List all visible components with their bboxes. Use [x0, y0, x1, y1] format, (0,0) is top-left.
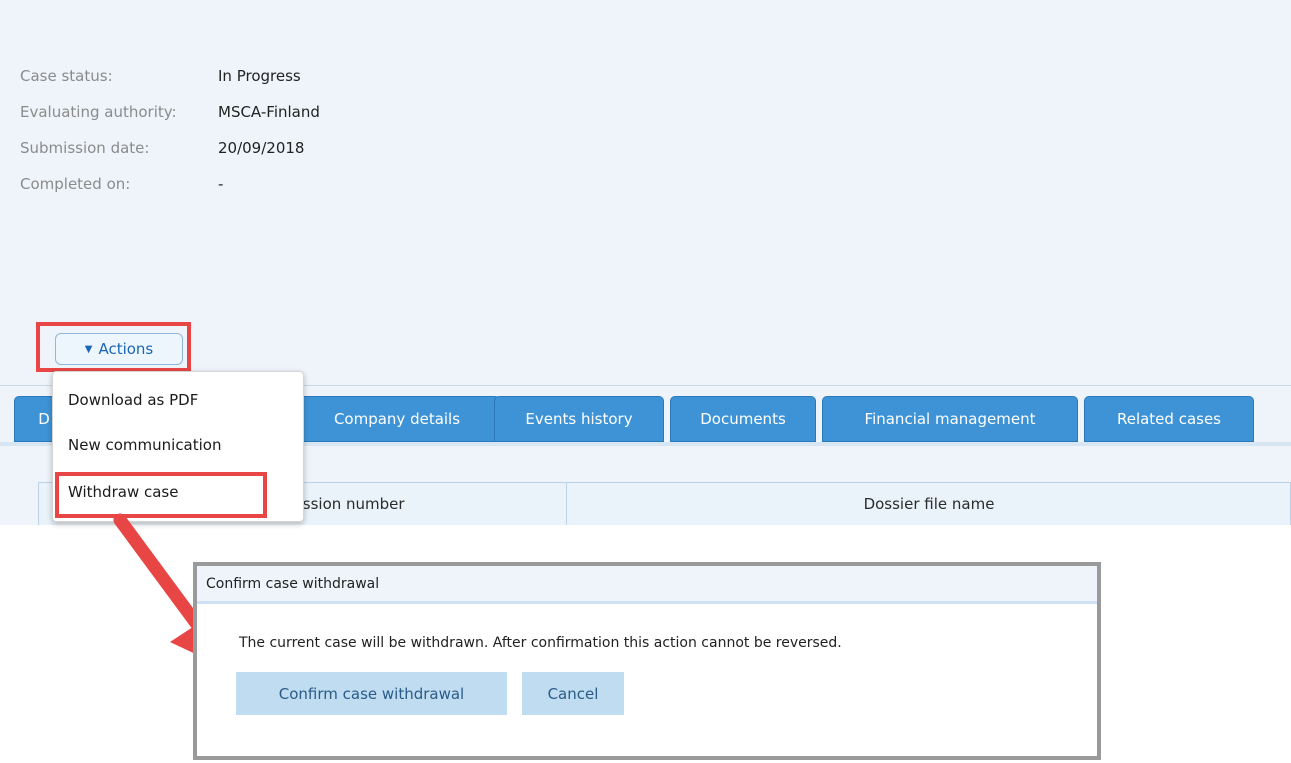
evaluating-authority-label: Evaluating authority:	[20, 103, 177, 121]
case-status-value: In Progress	[218, 67, 301, 85]
case-info: Case status: In Progress Evaluating auth…	[20, 58, 320, 202]
tab-company-details[interactable]: Company details	[294, 396, 500, 442]
actions-label: Actions	[98, 340, 154, 358]
tab-financial-management-label: Financial management	[864, 410, 1036, 428]
tab-events-history[interactable]: Events history	[494, 396, 664, 442]
cancel-button[interactable]: Cancel	[522, 672, 624, 715]
case-status-row: Case status: In Progress	[20, 58, 320, 94]
dialog-message: The current case will be withdrawn. Afte…	[239, 635, 842, 651]
tab-details-label: D	[38, 410, 50, 428]
submission-date-label: Submission date:	[20, 139, 150, 157]
confirm-withdrawal-dialog: Confirm case withdrawal The current case…	[193, 562, 1101, 760]
triangle-down-icon: ▼	[84, 343, 93, 355]
tab-related-cases-label: Related cases	[1116, 410, 1222, 428]
menu-item-new-communication[interactable]: New communication	[68, 436, 222, 454]
tab-company-details-label: Company details	[333, 410, 461, 428]
submission-date-value: 20/09/2018	[218, 139, 305, 157]
tab-related-cases[interactable]: Related cases	[1084, 396, 1254, 442]
completed-on-value: -	[218, 175, 224, 193]
case-status-label: Case status:	[20, 67, 113, 85]
completed-on-label: Completed on:	[20, 175, 131, 193]
menu-item-download-pdf[interactable]: Download as PDF	[68, 391, 198, 409]
completed-on-row: Completed on: -	[20, 166, 320, 202]
tab-events-history-label: Events history	[525, 410, 633, 428]
tab-financial-management[interactable]: Financial management	[822, 396, 1078, 442]
evaluating-authority-row: Evaluating authority: MSCA-Finland	[20, 94, 320, 130]
submission-date-row: Submission date: 20/09/2018	[20, 130, 320, 166]
confirm-withdrawal-button[interactable]: Confirm case withdrawal	[236, 672, 507, 715]
actions-button[interactable]: ▼ Actions	[55, 333, 183, 365]
dialog-title: Confirm case withdrawal	[197, 566, 1097, 604]
evaluating-authority-value: MSCA-Finland	[218, 103, 320, 121]
column-dossier-file-name[interactable]: Dossier file name	[567, 483, 1291, 525]
tab-documents-label: Documents	[700, 410, 786, 428]
tab-documents[interactable]: Documents	[670, 396, 816, 442]
